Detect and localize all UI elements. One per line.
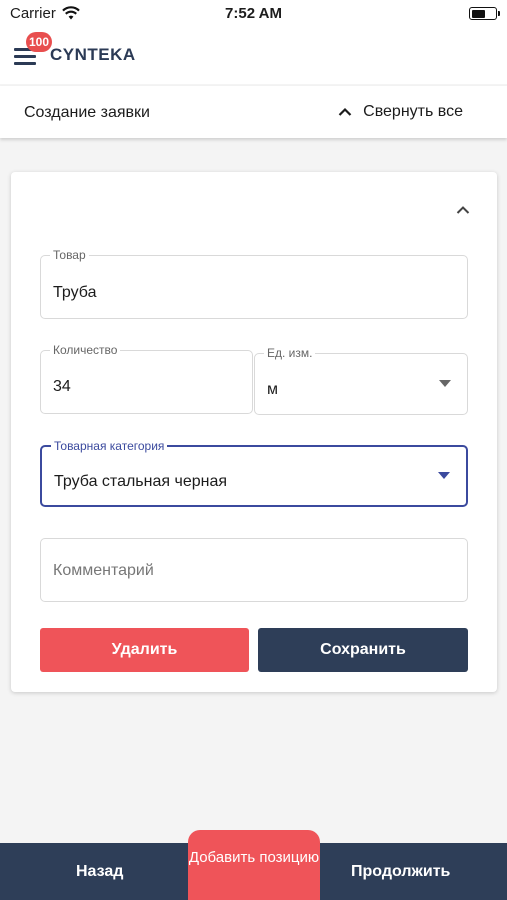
add-position-button[interactable]: Добавить позицию xyxy=(188,830,320,900)
comment-field[interactable]: Комментарий xyxy=(40,538,468,602)
collapse-all-button[interactable]: Свернуть все xyxy=(337,103,463,121)
product-value: Труба xyxy=(53,284,97,301)
notification-badge: 100 xyxy=(26,32,53,52)
category-label: Товарная категория xyxy=(51,439,168,453)
order-item-card: Товар Труба Количество 34 Ед. изм. м Тов… xyxy=(11,172,497,692)
unit-label: Ед. изм. xyxy=(264,346,316,360)
chevron-up-icon[interactable] xyxy=(455,202,471,218)
category-select[interactable]: Товарная категория Труба стальная черная xyxy=(40,439,468,507)
app-header: 100 CYNTEKA xyxy=(0,28,507,84)
clock: 7:52 AM xyxy=(225,5,282,22)
status-bar: Carrier 7:52 AM xyxy=(0,0,507,28)
unit-select[interactable]: Ед. изм. м xyxy=(254,346,468,415)
page-title: Создание заявки xyxy=(24,104,150,121)
chevron-up-icon xyxy=(338,107,352,116)
product-label: Товар xyxy=(50,248,89,262)
page-subheader: Создание заявки Свернуть все xyxy=(0,86,507,138)
delete-button[interactable]: Удалить xyxy=(40,628,249,672)
battery-fill xyxy=(471,9,485,18)
save-button[interactable]: Сохранить xyxy=(258,628,468,672)
quantity-value: 34 xyxy=(53,378,71,395)
comment-placeholder: Комментарий xyxy=(53,562,154,579)
collapse-all-label: Свернуть все xyxy=(363,103,463,120)
dropdown-arrow-icon xyxy=(438,472,450,479)
unit-value: м xyxy=(267,381,278,398)
dropdown-arrow-icon xyxy=(439,380,451,387)
product-field[interactable]: Товар Труба xyxy=(40,248,468,319)
category-value: Труба стальная черная xyxy=(54,473,228,490)
continue-button[interactable]: Продолжить xyxy=(351,863,450,881)
app-logo: CYNTEKA xyxy=(50,45,136,64)
battery-icon xyxy=(469,7,500,20)
quantity-field[interactable]: Количество 34 xyxy=(40,343,253,414)
quantity-label: Количество xyxy=(50,343,121,357)
back-button[interactable]: Назад xyxy=(76,863,123,881)
